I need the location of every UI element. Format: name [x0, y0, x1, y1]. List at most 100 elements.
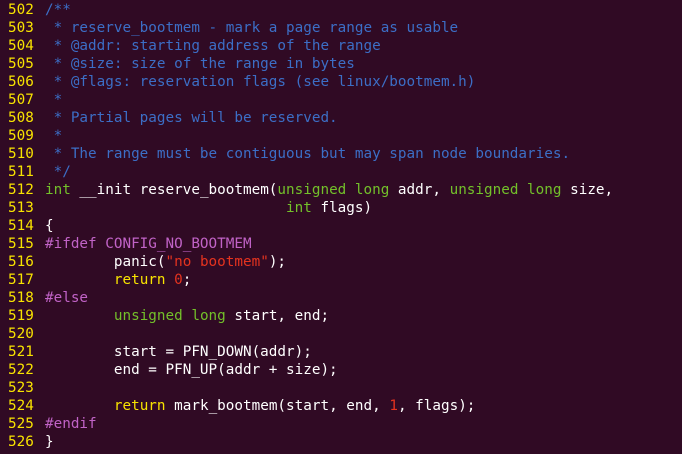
code-line[interactable]: 508 * Partial pages will be reserved. [0, 109, 682, 127]
code-token-plain: start, end; [225, 308, 330, 324]
code-line[interactable]: 514 { [0, 217, 682, 235]
code-token-num: 0 [174, 272, 183, 288]
code-text[interactable]: int __init reserve_bootmem(unsigned long… [45, 181, 682, 199]
code-line[interactable]: 522 end = PFN_UP(addr + size); [0, 361, 682, 379]
code-line[interactable]: 518 #else [0, 289, 682, 307]
line-number: 519 [8, 308, 34, 324]
line-number: 521 [8, 344, 34, 360]
code-line[interactable]: 524 return mark_bootmem(start, end, 1, f… [0, 397, 682, 415]
code-text[interactable] [45, 325, 682, 343]
code-token-type: unsigned long [449, 182, 562, 198]
code-text[interactable]: start = PFN_DOWN(addr); [45, 343, 682, 361]
code-line[interactable]: 504 * @addr: starting address of the ran… [0, 37, 682, 55]
code-text[interactable]: /** [45, 1, 682, 19]
line-number: 520 [8, 326, 34, 342]
code-text[interactable]: */ [45, 163, 682, 181]
code-token-plain: end = PFN_UP(addr + size); [45, 362, 338, 378]
code-token-num: 1 [389, 398, 398, 414]
code-line[interactable]: 521 start = PFN_DOWN(addr); [0, 343, 682, 361]
line-number: 518 [8, 290, 34, 306]
line-number: 502 [8, 2, 34, 18]
code-token-plain: ; [182, 272, 192, 288]
code-token-pre: #endif [45, 416, 97, 432]
code-text[interactable]: #else [45, 289, 682, 307]
code-text[interactable]: * Partial pages will be reserved. [45, 109, 682, 127]
code-text[interactable] [45, 379, 682, 397]
line-number: 506 [8, 74, 34, 90]
code-token-comment: /** [45, 2, 71, 18]
line-number: 514 [8, 218, 34, 234]
line-number: 504 [8, 38, 34, 54]
code-token-type: int [45, 182, 71, 198]
code-token-kw: return [113, 398, 166, 414]
code-line[interactable]: 513 int flags) [0, 199, 682, 217]
code-text[interactable]: * [45, 91, 682, 109]
code-text[interactable]: * reserve_bootmem - mark a page range as… [45, 19, 682, 37]
code-line[interactable]: 517 return 0; [0, 271, 682, 289]
code-token-comment: * @addr: starting address of the range [45, 38, 381, 54]
line-number: 525 [8, 416, 34, 432]
code-text[interactable]: unsigned long start, end; [45, 307, 682, 325]
code-text[interactable]: #endif [45, 415, 682, 433]
code-text[interactable]: panic("no bootmem"); [45, 253, 682, 271]
line-number: 512 [8, 182, 34, 198]
line-number: 517 [8, 272, 34, 288]
code-token-comment: * Partial pages will be reserved. [45, 110, 338, 126]
code-line[interactable]: 510 * The range must be contiguous but m… [0, 145, 682, 163]
code-text[interactable]: * [45, 127, 682, 145]
line-number: 522 [8, 362, 34, 378]
code-token-comment: * @size: size of the range in bytes [45, 56, 355, 72]
code-text[interactable]: * @flags: reservation flags (see linux/b… [45, 73, 682, 91]
line-number: 513 [8, 200, 34, 216]
code-line[interactable]: 516 panic("no bootmem"); [0, 253, 682, 271]
code-token-comment: * [45, 128, 63, 144]
code-token-comment: * reserve_bootmem - mark a page range as… [45, 20, 459, 36]
line-number: 508 [8, 110, 34, 126]
code-text[interactable]: return mark_bootmem(start, end, 1, flags… [45, 397, 682, 415]
code-line[interactable]: 507 * [0, 91, 682, 109]
code-text[interactable]: #ifdef CONFIG_NO_BOOTMEM [45, 235, 682, 253]
code-text[interactable]: { [45, 217, 682, 235]
code-text[interactable]: * @addr: starting address of the range [45, 37, 682, 55]
code-line[interactable]: 503 * reserve_bootmem - mark a page rang… [0, 19, 682, 37]
line-number: 510 [8, 146, 34, 162]
code-line[interactable]: 515 #ifdef CONFIG_NO_BOOTMEM [0, 235, 682, 253]
code-line[interactable]: 525 #endif [0, 415, 682, 433]
code-editor[interactable]: 502 /** 503 * reserve_bootmem - mark a pag… [0, 0, 682, 454]
code-token-pre: #ifdef CONFIG_NO_BOOTMEM [45, 236, 252, 252]
code-line[interactable]: 512 int __init reserve_bootmem(unsigned l… [0, 181, 682, 199]
code-token-plain: } [45, 434, 54, 450]
code-line[interactable]: 511 */ [0, 163, 682, 181]
code-token-type: int [286, 200, 312, 216]
code-token-pre: #else [45, 290, 89, 306]
line-number: 505 [8, 56, 34, 72]
code-line[interactable]: 520 [0, 325, 682, 343]
code-text[interactable]: int flags) [45, 199, 682, 217]
code-token-plain: panic( [45, 254, 166, 270]
code-line[interactable]: 502 /** [0, 1, 682, 19]
code-text[interactable]: } [45, 433, 682, 451]
code-token-plain: addr, [389, 182, 450, 198]
code-token-plain: start = PFN_DOWN(addr); [45, 344, 312, 360]
code-line[interactable]: 506 * @flags: reservation flags (see lin… [0, 73, 682, 91]
line-number: 523 [8, 380, 34, 396]
line-number: 516 [8, 254, 34, 270]
code-line[interactable]: 505 * @size: size of the range in bytes [0, 55, 682, 73]
code-token-kw: return [113, 272, 166, 288]
code-token-type: unsigned long [277, 182, 390, 198]
code-line[interactable]: 526} [0, 433, 682, 451]
code-line[interactable]: 509 * [0, 127, 682, 145]
code-text[interactable]: end = PFN_UP(addr + size); [45, 361, 682, 379]
code-line[interactable]: 519 unsigned long start, end; [0, 307, 682, 325]
code-text[interactable]: * @size: size of the range in bytes [45, 55, 682, 73]
code-token-plain: __init reserve_bootmem( [70, 182, 278, 198]
code-line[interactable]: 523 [0, 379, 682, 397]
line-number: 526 [8, 434, 34, 450]
code-text[interactable]: return 0; [45, 271, 682, 289]
code-text[interactable]: * The range must be contiguous but may s… [45, 145, 682, 163]
code-token-comment: * @flags: reservation flags (see linux/b… [45, 74, 476, 90]
